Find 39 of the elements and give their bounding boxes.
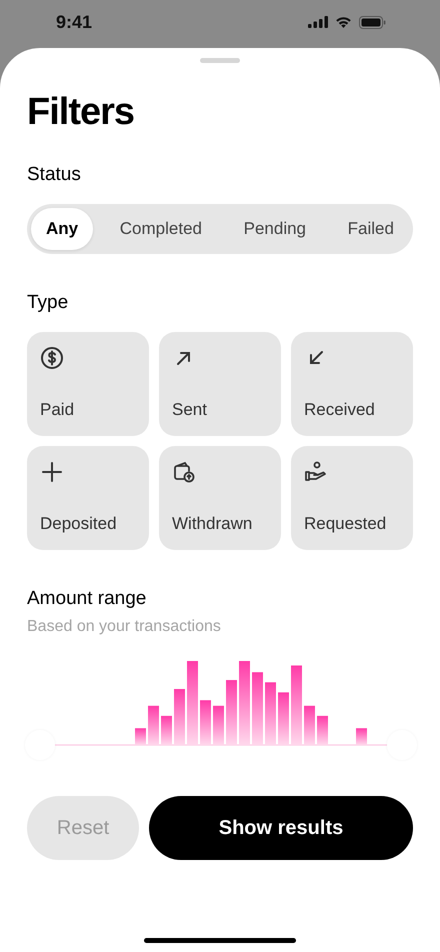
drag-handle[interactable] bbox=[200, 58, 240, 63]
type-tile[interactable]: Deposited bbox=[27, 446, 149, 550]
histogram-bar bbox=[213, 706, 224, 745]
hand-icon bbox=[304, 460, 328, 484]
histogram-bar bbox=[135, 728, 146, 745]
section-label: Type bbox=[27, 292, 70, 314]
section-label: Amount range bbox=[27, 588, 148, 610]
battery-icon bbox=[359, 16, 386, 28]
histogram-bar bbox=[174, 689, 185, 745]
status-time: 9:41 bbox=[56, 12, 92, 32]
segment-tab[interactable]: Completed bbox=[104, 208, 217, 250]
histogram-bar bbox=[148, 706, 159, 745]
range-handle[interactable] bbox=[387, 730, 417, 760]
histogram-bar bbox=[161, 716, 172, 745]
segment-tab[interactable]: Any bbox=[31, 208, 94, 250]
segment-tab[interactable]: Pending bbox=[228, 208, 322, 250]
type-tile[interactable]: Requested bbox=[291, 446, 413, 550]
histogram-bar bbox=[278, 692, 289, 745]
dollar-icon bbox=[40, 346, 64, 370]
histogram-bar bbox=[200, 700, 211, 745]
type-tile[interactable]: Sent bbox=[159, 332, 281, 436]
histogram-bar bbox=[356, 728, 367, 745]
sheet-title: Filters bbox=[27, 91, 136, 134]
plus-icon bbox=[40, 460, 64, 484]
segment-tab[interactable]: Failed bbox=[332, 208, 409, 250]
show-results-button[interactable]: Show results bbox=[149, 796, 413, 860]
section-subtitle: Based on your transactions bbox=[27, 618, 222, 636]
type-tile[interactable]: Withdrawn bbox=[159, 446, 281, 550]
type-tile[interactable]: Paid bbox=[27, 332, 149, 436]
wifi-icon bbox=[335, 16, 352, 28]
range-handle[interactable] bbox=[25, 730, 55, 760]
type-tile[interactable]: Received bbox=[291, 332, 413, 436]
wallet-icon bbox=[172, 460, 196, 484]
signal-icon bbox=[308, 16, 328, 28]
section-label: Status bbox=[27, 164, 82, 186]
histogram-bar bbox=[265, 682, 276, 745]
histogram-bar bbox=[304, 706, 315, 745]
histogram-bar bbox=[226, 680, 237, 745]
histogram-bar bbox=[317, 716, 328, 745]
